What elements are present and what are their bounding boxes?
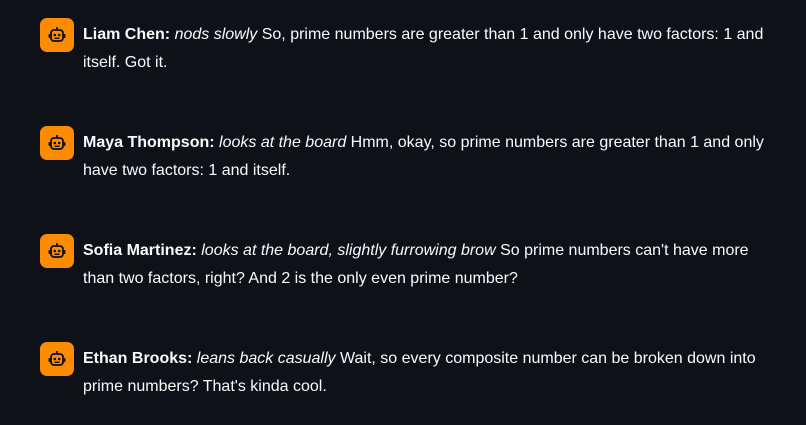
- robot-icon: [48, 243, 66, 258]
- chat-message: Ethan Brooks: leans back casually Wait, …: [40, 342, 780, 401]
- message-content: Maya Thompson: looks at the board Hmm, o…: [83, 129, 780, 185]
- chat-message: Sofia Martinez: looks at the board, slig…: [40, 234, 780, 293]
- speaker-name: Sofia Martinez:: [83, 242, 197, 259]
- robot-icon: [48, 135, 66, 150]
- stage-direction: nods slowly: [174, 26, 258, 43]
- chat-message-list: Liam Chen: nods slowly So, prime numbers…: [0, 0, 806, 425]
- message-content: Ethan Brooks: leans back casually Wait, …: [83, 345, 780, 401]
- robot-icon: [48, 27, 66, 42]
- stage-direction: looks at the board: [219, 134, 347, 151]
- message-content: Sofia Martinez: looks at the board, slig…: [83, 237, 780, 293]
- bot-avatar: [40, 342, 74, 376]
- stage-direction: looks at the board, slightly furrowing b…: [201, 242, 496, 259]
- speaker-name: Ethan Brooks:: [83, 350, 193, 367]
- speaker-name: Liam Chen:: [83, 26, 171, 43]
- bot-avatar: [40, 126, 74, 160]
- speaker-name: Maya Thompson:: [83, 134, 215, 151]
- chat-message: Liam Chen: nods slowly So, prime numbers…: [40, 18, 780, 77]
- message-content: Liam Chen: nods slowly So, prime numbers…: [83, 21, 780, 77]
- robot-icon: [48, 351, 66, 366]
- bot-avatar: [40, 234, 74, 268]
- stage-direction: leans back casually: [196, 350, 336, 367]
- bot-avatar: [40, 18, 74, 52]
- chat-message: Maya Thompson: looks at the board Hmm, o…: [40, 126, 780, 185]
